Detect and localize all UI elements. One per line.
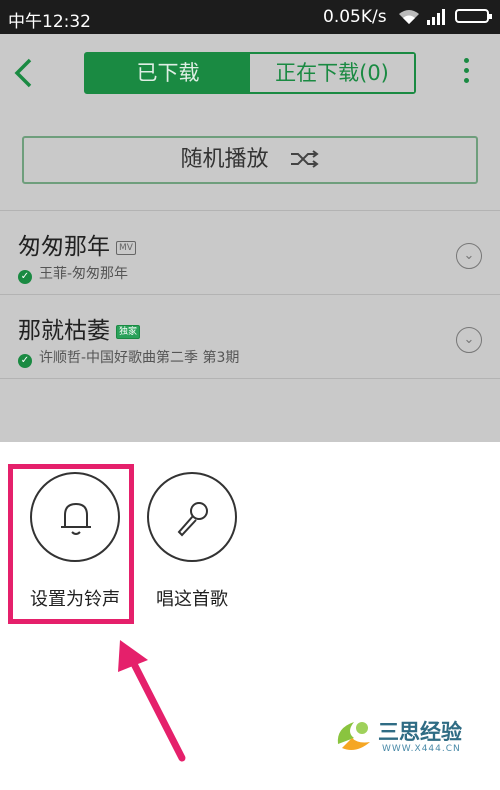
shuffle-label: 随机播放 — [180, 147, 269, 172]
song-title: 匆匆那年 — [18, 234, 110, 260]
status-bar: 中午12:32 0.05K/s — [0, 0, 500, 34]
downloaded-check-icon: ✓ — [18, 270, 32, 284]
watermark-url: WWW.X444.CN — [382, 744, 461, 754]
chevron-down-icon[interactable]: ⌄ — [456, 243, 482, 269]
exclusive-badge: 独家 — [116, 325, 141, 339]
watermark: 三思经验 WWW.X444.CN — [332, 712, 492, 762]
signal-icon — [427, 9, 447, 30]
download-tabs: 已下载 正在下载(0) — [84, 52, 416, 94]
watermark-text: 三思经验 — [378, 720, 462, 744]
chevron-down-icon[interactable]: ⌄ — [456, 327, 482, 353]
shuffle-icon — [290, 138, 320, 182]
network-speed: 0.05K/s — [323, 7, 387, 27]
more-vertical-icon[interactable] — [458, 58, 474, 90]
microphone-icon — [177, 502, 208, 537]
tab-downloaded[interactable]: 已下载 — [86, 54, 250, 92]
battery-icon — [455, 9, 492, 23]
song-title: 那就枯萎 — [18, 318, 110, 344]
mv-badge: MV — [116, 241, 136, 255]
status-time: 中午12:32 — [8, 12, 91, 32]
sing-song-button[interactable]: 唱这首歌 — [137, 472, 247, 611]
highlight-box — [8, 464, 134, 624]
chevron-left-icon[interactable] — [12, 56, 42, 90]
downloaded-check-icon: ✓ — [18, 354, 32, 368]
download-page: 已下载 正在下载(0) 随机播放 匆匆那年 MV ✓ 王菲-匆匆那年 ⌄ 那就枯萎独… — [0, 34, 500, 442]
shuffle-play-button[interactable]: 随机播放 — [22, 136, 478, 184]
song-row[interactable]: 那就枯萎 独家 ✓ 许顺哲-中国好歌曲第二季 第3期 ⌄ — [0, 295, 500, 379]
watermark-logo-icon — [337, 722, 370, 750]
wifi-icon — [397, 9, 421, 30]
song-row[interactable]: 匆匆那年 MV ✓ 王菲-匆匆那年 ⌄ — [0, 211, 500, 295]
song-subtitle: 许顺哲-中国好歌曲第二季 第3期 — [39, 350, 240, 366]
divider — [0, 378, 500, 379]
song-subtitle: 王菲-匆匆那年 — [39, 266, 129, 282]
sing-song-label: 唱这首歌 — [156, 589, 228, 610]
tab-downloading[interactable]: 正在下载(0) — [250, 54, 414, 92]
